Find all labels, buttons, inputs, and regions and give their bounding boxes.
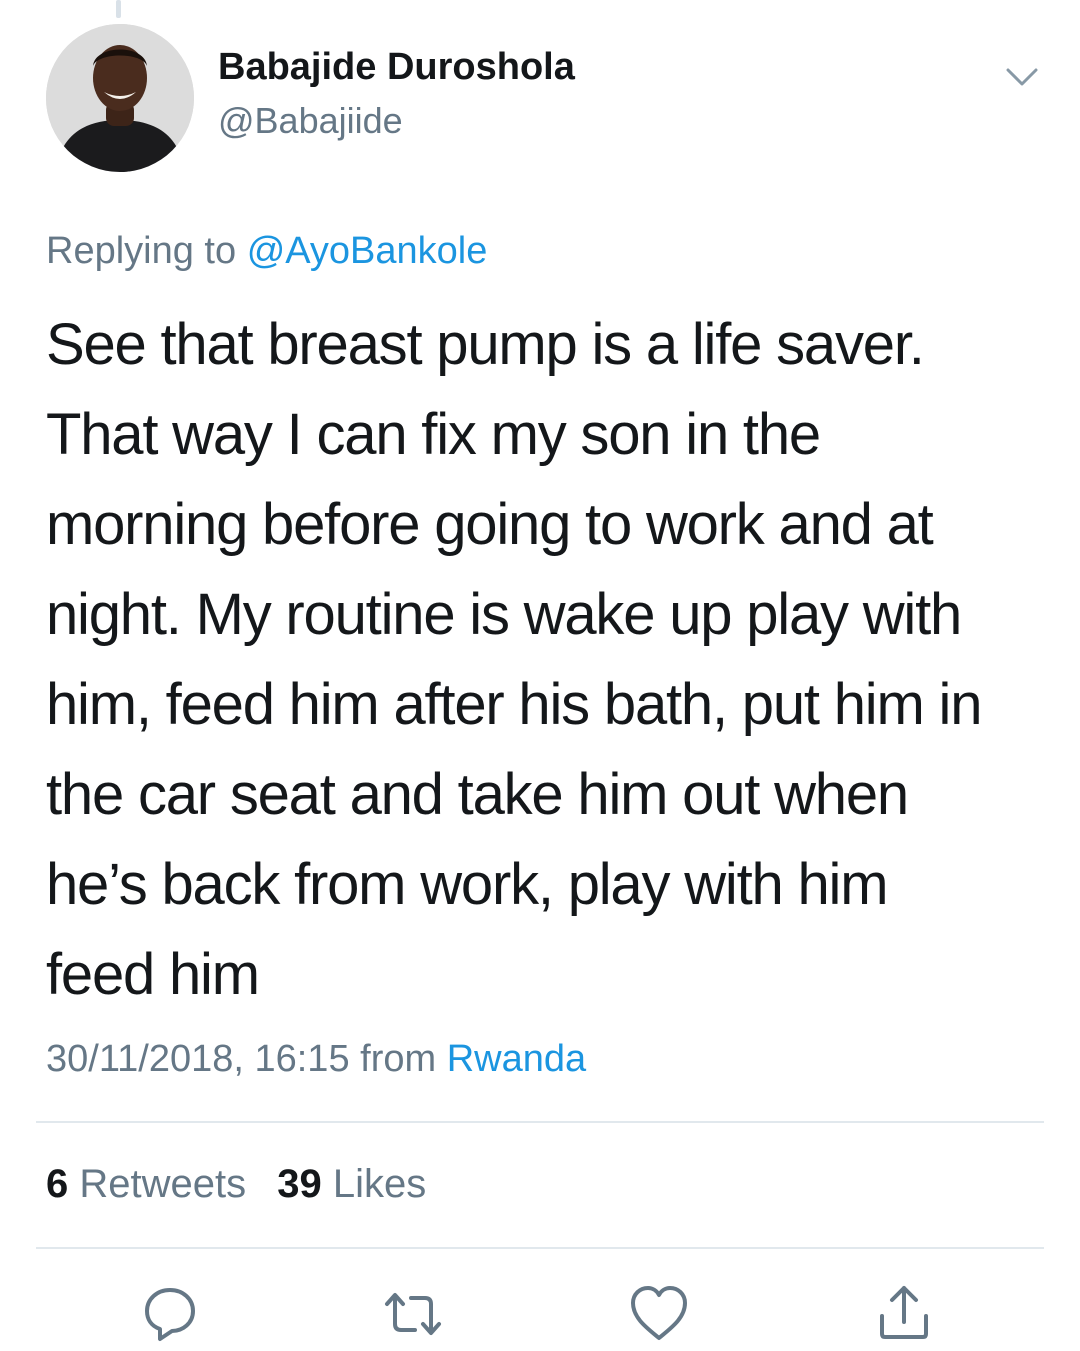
divider bbox=[36, 1121, 1044, 1123]
retweet-icon bbox=[385, 1293, 441, 1335]
thread-connector-line bbox=[116, 0, 121, 18]
tweet-timestamp[interactable]: 30/11/2018, 16:15 bbox=[46, 1038, 350, 1080]
author-handle[interactable]: @Babajiide bbox=[218, 100, 403, 142]
tweet-text-line: the car seat and take him out when bbox=[46, 762, 909, 827]
tweet-text-line: That way I can fix my son in the bbox=[46, 402, 821, 467]
author-display-name[interactable]: Babajide Duroshola bbox=[218, 46, 575, 89]
heart-icon bbox=[631, 1286, 687, 1340]
retweets-count: 6 bbox=[46, 1162, 69, 1206]
tweet-text-line: night. My routine is wake up play with bbox=[46, 582, 962, 647]
chevron-down-icon bbox=[1006, 68, 1038, 86]
tweet-text-line: him, feed him after his bath, put him in bbox=[46, 672, 982, 737]
tweet-text: See that breast pump is a life saver. Th… bbox=[46, 300, 1046, 1020]
tweet-metadata: 30/11/2018, 16:15 from Rwanda bbox=[46, 1038, 586, 1081]
reply-mention-link[interactable]: @AyoBankole bbox=[247, 230, 488, 272]
reply-button[interactable] bbox=[138, 1282, 202, 1346]
retweet-button[interactable] bbox=[381, 1282, 445, 1346]
tweet-text-line: morning before going to work and at bbox=[46, 492, 934, 557]
likes-stat[interactable]: 39 Likes bbox=[277, 1162, 426, 1207]
from-label: from bbox=[360, 1038, 437, 1080]
reply-icon bbox=[145, 1288, 195, 1341]
share-icon bbox=[880, 1286, 928, 1339]
avatar[interactable] bbox=[46, 24, 194, 172]
retweets-label: Retweets bbox=[79, 1162, 247, 1206]
tweet-text-line: See that breast pump is a life saver. bbox=[46, 312, 925, 377]
replying-to-label: Replying to bbox=[46, 230, 237, 272]
likes-count: 39 bbox=[277, 1162, 322, 1206]
engagement-stats: 6 Retweets 39 Likes bbox=[46, 1162, 446, 1207]
like-button[interactable] bbox=[627, 1282, 691, 1346]
tweet-text-line: feed him bbox=[46, 942, 260, 1007]
likes-label: Likes bbox=[332, 1162, 427, 1206]
more-options-button[interactable] bbox=[1000, 58, 1044, 94]
tweet-source-link[interactable]: Rwanda bbox=[447, 1038, 586, 1080]
profile-photo-icon bbox=[46, 24, 194, 172]
tweet-text-line: he’s back from work, play with him bbox=[46, 852, 889, 917]
divider bbox=[36, 1247, 1044, 1249]
retweets-stat[interactable]: 6 Retweets bbox=[46, 1162, 246, 1207]
share-button[interactable] bbox=[872, 1282, 936, 1346]
replying-to-line: Replying to @AyoBankole bbox=[46, 230, 487, 273]
